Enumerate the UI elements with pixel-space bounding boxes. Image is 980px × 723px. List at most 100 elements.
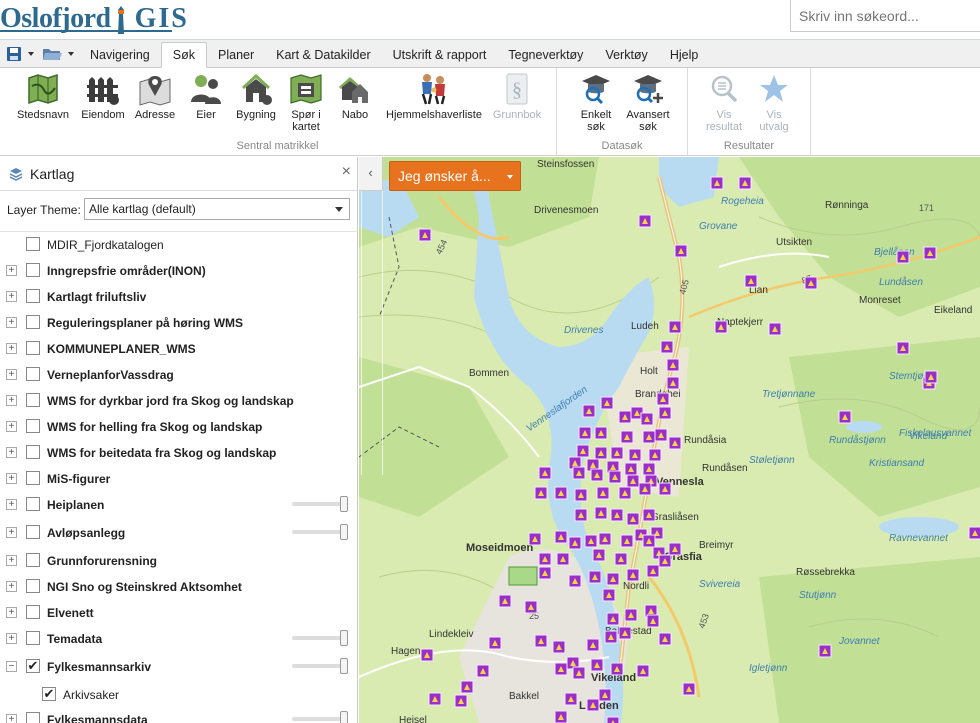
layer-checkbox[interactable] — [26, 525, 40, 539]
eier-button[interactable]: Eier — [188, 72, 224, 121]
tab-utskrift-rapport[interactable]: Utskrift & rapport — [382, 42, 498, 68]
layer-label: Kartlagt friluftsliv — [47, 290, 147, 304]
tab-verktoy[interactable]: Verktøy — [594, 42, 658, 68]
avansert-sok-button[interactable]: Avansert søk — [622, 72, 674, 133]
layer-checkbox[interactable] — [26, 237, 40, 251]
close-icon[interactable]: × — [342, 163, 351, 181]
layer-checkbox[interactable] — [26, 471, 40, 485]
collapse-panel-button[interactable]: ‹ — [359, 157, 383, 191]
slider-knob[interactable] — [340, 658, 348, 674]
layer-row[interactable]: + Fylkesmannsdata — [0, 707, 358, 723]
layer-row[interactable]: + KOMMUNEPLANER_WMS — [0, 336, 358, 362]
expand-icon[interactable]: + — [6, 265, 17, 276]
layer-row[interactable]: + Heiplanen — [0, 492, 358, 518]
layer-row[interactable]: + Inngrepsfrie områder(INON) — [0, 258, 358, 284]
expand-icon[interactable]: + — [6, 395, 17, 406]
expand-icon[interactable]: + — [6, 581, 17, 592]
spor-i-kartet-button[interactable]: Spør i kartet — [288, 72, 324, 133]
open-menu-toggle[interactable] — [66, 44, 76, 64]
layer-checkbox[interactable] — [26, 712, 40, 723]
map-view[interactable]: Steinsfossen Drivenesmoen Grovane Rogeheia R… — [359, 157, 980, 723]
map-canvas[interactable]: Steinsfossen Drivenesmoen Grovane Rogeheia R… — [359, 157, 980, 723]
save-menu-toggle[interactable] — [26, 44, 36, 64]
expand-icon[interactable]: + — [6, 633, 17, 644]
layer-checkbox[interactable] — [26, 579, 40, 593]
layer-checkbox[interactable] — [26, 445, 40, 459]
layer-checkbox[interactable] — [26, 497, 40, 511]
layer-checkbox[interactable]: ✔ — [42, 687, 56, 701]
vis-utvalg-button[interactable]: Vis utvalg — [752, 72, 796, 133]
bygning-button[interactable]: Bygning — [233, 72, 279, 121]
expand-icon[interactable]: + — [6, 369, 17, 380]
layer-checkbox[interactable] — [26, 341, 40, 355]
layer-row[interactable]: + NGI Sno og Steinskred Aktsomhet — [0, 574, 358, 600]
tab-planer[interactable]: Planer — [207, 42, 265, 68]
adresse-button[interactable]: Adresse — [133, 72, 177, 121]
eiendom-button[interactable]: Eiendom — [78, 72, 128, 121]
layer-row[interactable]: + Kartlagt friluftsliv — [0, 284, 358, 310]
opacity-slider[interactable] — [292, 658, 348, 674]
layer-checkbox[interactable] — [26, 605, 40, 619]
expand-icon[interactable]: + — [6, 527, 17, 538]
layer-checkbox[interactable] — [26, 419, 40, 433]
slider-knob[interactable] — [340, 711, 348, 723]
expand-icon[interactable]: + — [6, 555, 17, 566]
layer-row[interactable]: + Avløpsanlegg — [0, 520, 358, 546]
enkelt-sok-button[interactable]: Enkelt søk — [574, 72, 618, 133]
stedsnavn-button[interactable]: Stedsnavn — [14, 72, 72, 121]
slider-knob[interactable] — [340, 496, 348, 512]
hjemmelshaverliste-button[interactable]: Hjemmelshaverliste — [384, 72, 484, 121]
slider-knob[interactable] — [340, 524, 348, 540]
layer-row[interactable]: + WMS for helling fra Skog og landskap — [0, 414, 358, 440]
opacity-slider[interactable] — [292, 711, 348, 723]
layer-checkbox[interactable] — [26, 393, 40, 407]
search-input[interactable] — [791, 0, 980, 31]
layer-checkbox[interactable] — [26, 315, 40, 329]
layer-theme-select[interactable]: Alle kartlag (default) — [84, 198, 350, 220]
expand-icon[interactable]: + — [6, 607, 17, 618]
save-button[interactable] — [6, 44, 22, 64]
tab-hjelp[interactable]: Hjelp — [659, 42, 710, 68]
opacity-slider[interactable] — [292, 630, 348, 646]
expand-icon[interactable]: + — [6, 343, 17, 354]
opacity-slider[interactable] — [292, 524, 348, 540]
expand-icon[interactable]: + — [6, 473, 17, 484]
layer-row[interactable]: + MiS-figurer — [0, 466, 358, 492]
zoom-slider-track[interactable] — [361, 185, 383, 475]
layer-row[interactable]: + Elvenett — [0, 600, 358, 626]
layer-checkbox[interactable] — [26, 289, 40, 303]
expand-icon[interactable]: + — [6, 291, 17, 302]
tab-sok[interactable]: Søk — [160, 42, 207, 68]
layer-row[interactable]: + Reguleringsplaner på høring WMS — [0, 310, 358, 336]
jeg-onsker-a-button[interactable]: Jeg ønsker å... — [389, 161, 521, 191]
layer-checkbox[interactable] — [26, 631, 40, 645]
nabo-button[interactable]: Nabo — [336, 72, 374, 121]
vis-resultat-button[interactable]: Vis resultat — [702, 72, 746, 133]
layer-row[interactable]: + WMS for dyrkbar jord fra Skog og landsk… — [0, 388, 358, 414]
expand-icon[interactable]: + — [6, 447, 17, 458]
expand-icon[interactable]: + — [6, 421, 17, 432]
layer-checkbox[interactable] — [26, 263, 40, 277]
layer-row[interactable]: MDIR_Fjordkatalogen — [0, 232, 358, 258]
search-box — [790, 0, 980, 32]
layer-checkbox[interactable] — [26, 553, 40, 567]
expand-icon[interactable]: + — [6, 499, 17, 510]
expand-icon[interactable]: + — [6, 317, 17, 328]
collapse-icon[interactable]: − — [6, 661, 17, 672]
open-button[interactable] — [42, 44, 62, 64]
tab-tegneverktoy[interactable]: Tegneverktøy — [497, 42, 594, 68]
layer-row[interactable]: ✔ Arkivsaker — [0, 682, 358, 708]
layer-row[interactable]: − ✔ Fylkesmannsarkiv — [0, 654, 358, 680]
layer-checkbox[interactable] — [26, 367, 40, 381]
expand-icon[interactable]: + — [6, 714, 17, 723]
layer-checkbox[interactable]: ✔ — [26, 659, 40, 673]
tab-navigering[interactable]: Navigering — [79, 42, 161, 68]
layer-row[interactable]: + Temadata — [0, 626, 358, 652]
tab-kart-datakilder[interactable]: Kart & Datakilder — [265, 42, 381, 68]
opacity-slider[interactable] — [292, 496, 348, 512]
grunnbok-button[interactable]: § Grunnbok — [490, 72, 544, 121]
layer-row[interactable]: + Grunnforurensning — [0, 548, 358, 574]
layer-row[interactable]: + WMS for beitedata fra Skog og landskap — [0, 440, 358, 466]
slider-knob[interactable] — [340, 630, 348, 646]
layer-row[interactable]: + VerneplanforVassdrag — [0, 362, 358, 388]
